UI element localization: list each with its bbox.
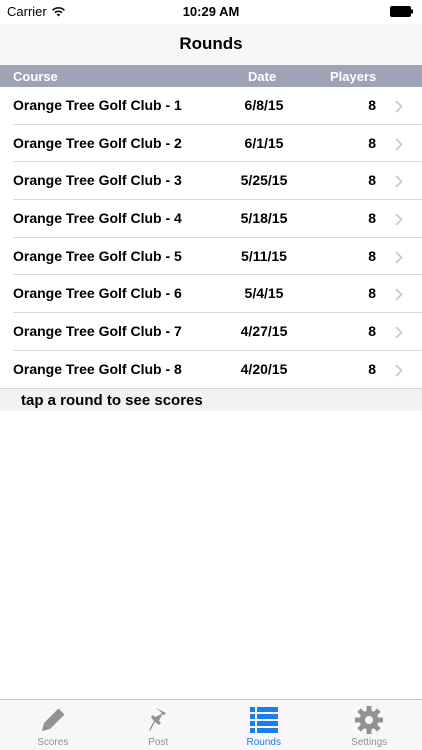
round-course: Orange Tree Golf Club - 4 <box>13 210 182 227</box>
rounds-table: Orange Tree Golf Club - 1 6/8/15 8 Orang… <box>0 87 422 389</box>
round-date: 6/1/15 <box>244 134 284 151</box>
round-date: 4/27/15 <box>240 323 288 340</box>
hint-bar: tap a round to see scores <box>0 389 422 411</box>
chevron-right-icon <box>395 138 403 151</box>
table-row[interactable]: Orange Tree Golf Club - 3 5/25/15 8 <box>0 162 422 200</box>
round-course: Orange Tree Golf Club - 7 <box>13 323 182 340</box>
tab-label: Post <box>148 737 169 748</box>
table-row[interactable]: Orange Tree Golf Club - 7 4/27/15 8 <box>0 313 422 351</box>
chevron-right-icon <box>395 100 403 113</box>
column-date: Date <box>248 69 277 84</box>
round-players: 8 <box>368 134 376 151</box>
tab-rounds[interactable]: Rounds <box>211 700 317 750</box>
page-title: Rounds <box>179 34 243 53</box>
round-date: 5/11/15 <box>241 247 287 264</box>
pin-icon <box>149 708 167 731</box>
tab-bar: Scores Post Rounds Settings <box>0 699 422 750</box>
status-bar: Carrier 10:29 AM <box>0 0 422 24</box>
table-row[interactable]: Orange Tree Golf Club - 8 4/20/15 8 <box>0 351 422 389</box>
chevron-right-icon <box>395 364 403 377</box>
list-icon <box>249 707 278 733</box>
navigation-bar: Rounds <box>0 24 422 65</box>
tab-label: Settings <box>351 737 388 748</box>
round-players: 8 <box>368 172 376 189</box>
chevron-right-icon <box>395 213 403 226</box>
round-course: Orange Tree Golf Club - 5 <box>13 247 182 264</box>
table-row[interactable]: Orange Tree Golf Club - 2 6/1/15 8 <box>0 125 422 163</box>
table-row[interactable]: Orange Tree Golf Club - 4 5/18/15 8 <box>0 200 422 238</box>
round-players: 8 <box>368 285 376 302</box>
hint-text: tap a round to see scores <box>21 392 203 409</box>
round-course: Orange Tree Golf Club - 2 <box>13 134 182 151</box>
tab-label: Scores <box>37 737 69 748</box>
gear-icon <box>355 706 384 734</box>
table-row[interactable]: Orange Tree Golf Club - 5 5/11/15 8 <box>0 238 422 276</box>
round-date: 4/20/15 <box>240 360 288 377</box>
round-course: Orange Tree Golf Club - 1 <box>13 97 182 113</box>
battery-icon <box>390 6 413 17</box>
table-row[interactable]: Orange Tree Golf Club - 1 6/8/15 8 <box>0 87 422 125</box>
pencil-icon <box>41 707 66 731</box>
tab-post[interactable]: Post <box>106 700 212 750</box>
chevron-right-icon <box>395 288 403 302</box>
round-course: Orange Tree Golf Club - 3 <box>13 172 182 189</box>
round-players: 8 <box>368 247 376 264</box>
round-players: 8 <box>368 210 376 227</box>
column-players: Players <box>330 69 377 84</box>
round-players: 8 <box>368 323 376 340</box>
column-course: Course <box>13 69 58 84</box>
round-date: 5/18/15 <box>240 210 288 227</box>
tab-label: Rounds <box>246 737 281 748</box>
round-date: 5/25/15 <box>240 172 288 189</box>
table-column-header: Course Date Players <box>0 65 422 87</box>
round-course: Orange Tree Golf Club - 8 <box>13 360 182 377</box>
chevron-right-icon <box>395 175 403 188</box>
chevron-right-icon <box>395 326 403 339</box>
chevron-right-icon <box>395 251 403 264</box>
status-time: 10:29 AM <box>182 4 240 19</box>
screen: Carrier 10:29 AM Rounds Course Date Play… <box>0 0 422 750</box>
round-course: Orange Tree Golf Club - 6 <box>13 285 182 302</box>
round-date: 5/4/15 <box>244 285 284 302</box>
round-players: 8 <box>368 97 376 113</box>
round-players: 8 <box>368 360 376 377</box>
table-row[interactable]: Orange Tree Golf Club - 6 5/4/15 8 <box>0 275 422 313</box>
tab-settings[interactable]: Settings <box>317 700 422 750</box>
round-date: 6/8/15 <box>244 97 284 113</box>
tab-scores[interactable]: Scores <box>0 700 106 750</box>
